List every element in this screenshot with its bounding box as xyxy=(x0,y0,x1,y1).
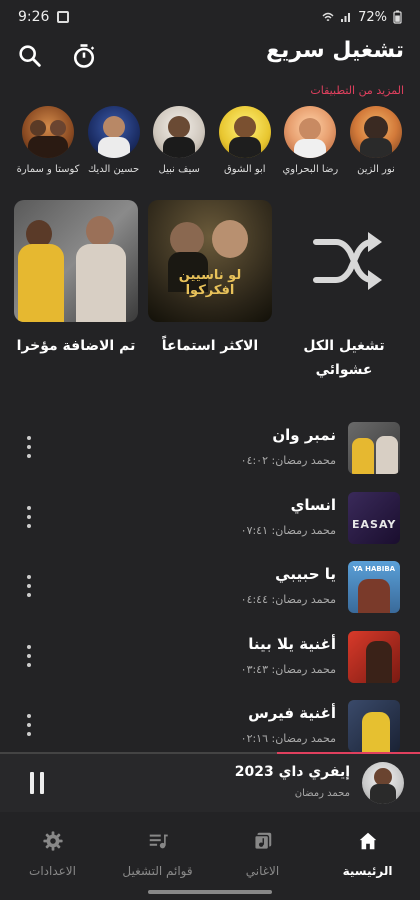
song-subtitle: محمد رمضان: ٠٤:٤٤ xyxy=(240,593,336,606)
status-left: 9:26 xyxy=(18,9,70,25)
pause-button[interactable] xyxy=(28,772,46,794)
song-subtitle: محمد رمضان: ٠٧:٤١ xyxy=(240,523,336,537)
artist-avatar xyxy=(87,106,140,158)
song-title: أغنية فيرس xyxy=(248,704,336,722)
gallery-icon xyxy=(57,11,70,23)
wifi-icon xyxy=(322,12,334,22)
now-playing-artist: محمد رمضان xyxy=(294,788,350,799)
artist-item[interactable]: ابو الشوق xyxy=(217,106,273,186)
artist-avatar xyxy=(22,106,74,158)
artist-avatar xyxy=(349,106,402,158)
recently-added-card[interactable]: تم الاضافة مؤخرا xyxy=(14,200,138,390)
now-playing-title: إيفري داي 2023 xyxy=(234,764,350,780)
song-row[interactable]: نمبر وان محمد رمضان: ٠٤:٠٢ xyxy=(0,414,420,484)
gesture-bar[interactable] xyxy=(148,890,272,894)
artist-name: كوستا و سمارة xyxy=(16,164,80,175)
artists-row: نور الزين رضا البحراوي ابو الشوق سيف نبي… xyxy=(17,106,404,186)
song-subtitle: محمد رمضان: ٠٢:١٦ xyxy=(240,732,336,745)
artist-item[interactable]: حسين الديك xyxy=(86,106,142,186)
artist-item[interactable]: سيف نبيل xyxy=(151,106,207,186)
song-thumbnail: EASAY xyxy=(348,491,400,544)
song-thumbnail: YA HABIBA xyxy=(348,561,400,613)
most-played-card[interactable]: لو ناسيين افكركوا الاكثر استماعاً xyxy=(148,200,272,390)
page-title: تشغيل سريع xyxy=(266,38,404,63)
more-options-icon[interactable] xyxy=(22,505,36,528)
song-list: نمبر وان محمد رمضان: ٠٤:٠٢ EASAY انساي م… xyxy=(0,414,420,762)
artist-name: سيف نبيل xyxy=(158,164,200,175)
home-icon xyxy=(359,832,376,850)
now-playing-thumbnail xyxy=(362,762,404,804)
song-thumbnail xyxy=(348,700,400,752)
battery-icon xyxy=(393,10,402,24)
song-title: نمبر وان xyxy=(272,426,336,444)
search-icon[interactable] xyxy=(16,42,44,70)
status-time: 9:26 xyxy=(18,9,50,25)
album-art-text: لو ناسيين افكركوا xyxy=(178,268,242,298)
artist-avatar xyxy=(284,106,337,158)
song-row[interactable]: أغنية يلا بينا محمد رمضان: ٠٣:٤٣ xyxy=(0,623,420,693)
song-subtitle: محمد رمضان: ٠٣:٤٣ xyxy=(240,662,336,676)
more-options-icon[interactable] xyxy=(22,575,36,597)
top-bar: تشغيل سريع xyxy=(0,36,420,76)
songs-icon xyxy=(253,832,271,850)
shuffle-icon xyxy=(313,232,382,290)
card-label: تشغيل الكل عشوائي xyxy=(303,338,385,378)
playlist-icon xyxy=(149,834,168,849)
more-options-icon[interactable] xyxy=(22,644,36,667)
battery-level: 72% xyxy=(358,9,387,25)
artist-item[interactable]: كوستا و سمارة xyxy=(17,106,79,186)
song-title: انساي xyxy=(290,495,336,514)
nav-home[interactable]: الرئيسية xyxy=(318,820,418,890)
more-options-icon[interactable] xyxy=(22,436,36,458)
nav-label: الاعدادات xyxy=(29,864,76,878)
bottom-navigation: الرئيسية الاغاني قوائم التشغيل الاعدادات xyxy=(0,820,420,890)
nav-songs[interactable]: الاغاني xyxy=(213,820,313,890)
more-apps-link[interactable]: المزيد من التطبيقات xyxy=(310,84,404,97)
song-subtitle: محمد رمضان: ٠٤:٠٢ xyxy=(240,454,336,467)
shuffle-all-card[interactable]: تشغيل الكل عشوائي xyxy=(282,200,406,390)
more-options-icon[interactable] xyxy=(22,714,36,736)
card-label: تم الاضافة مؤخرا xyxy=(16,338,136,354)
signal-icon xyxy=(341,13,351,22)
recently-added-art xyxy=(14,200,138,322)
song-title: أغنية يلا بينا xyxy=(248,634,336,653)
song-thumbnail xyxy=(348,630,400,683)
settings-icon xyxy=(42,831,63,851)
status-right: 72% xyxy=(322,10,402,25)
status-bar: 9:26 72% xyxy=(0,0,420,34)
artist-item[interactable]: نور الزين xyxy=(348,106,404,186)
most-played-art: لو ناسيين افكركوا xyxy=(148,200,272,322)
artist-name: حسين الديك xyxy=(87,164,140,175)
shuffle-card-art xyxy=(282,200,406,322)
artist-item[interactable]: رضا البحراوي xyxy=(282,106,338,186)
card-label: الاكثر استماعاً xyxy=(161,338,259,354)
artist-name: رضا البحراوي xyxy=(282,164,339,175)
timer-icon[interactable] xyxy=(70,42,98,70)
song-row[interactable]: YA HABIBA يا حبيبي محمد رمضان: ٠٤:٤٤ xyxy=(0,553,420,623)
song-thumbnail xyxy=(348,422,400,474)
artist-name: ابو الشوق xyxy=(223,164,266,175)
artist-avatar xyxy=(218,106,271,158)
song-row[interactable]: EASAY انساي محمد رمضان: ٠٧:٤١ xyxy=(0,484,420,554)
nav-label: الاغاني xyxy=(245,864,280,878)
nav-settings[interactable]: الاعدادات xyxy=(3,820,103,890)
artist-avatar xyxy=(153,106,206,158)
mini-player[interactable]: إيفري داي 2023 محمد رمضان xyxy=(0,754,420,812)
quick-play-cards: تشغيل الكل عشوائي لو ناسيين افكركوا الاك… xyxy=(14,200,406,390)
nav-label: الرئيسية xyxy=(342,864,393,878)
song-title: يا حبيبي xyxy=(275,565,336,583)
nav-label: قوائم التشغيل xyxy=(122,864,193,878)
artist-name: نور الزين xyxy=(357,164,395,175)
nav-playlists[interactable]: قوائم التشغيل xyxy=(108,820,208,890)
